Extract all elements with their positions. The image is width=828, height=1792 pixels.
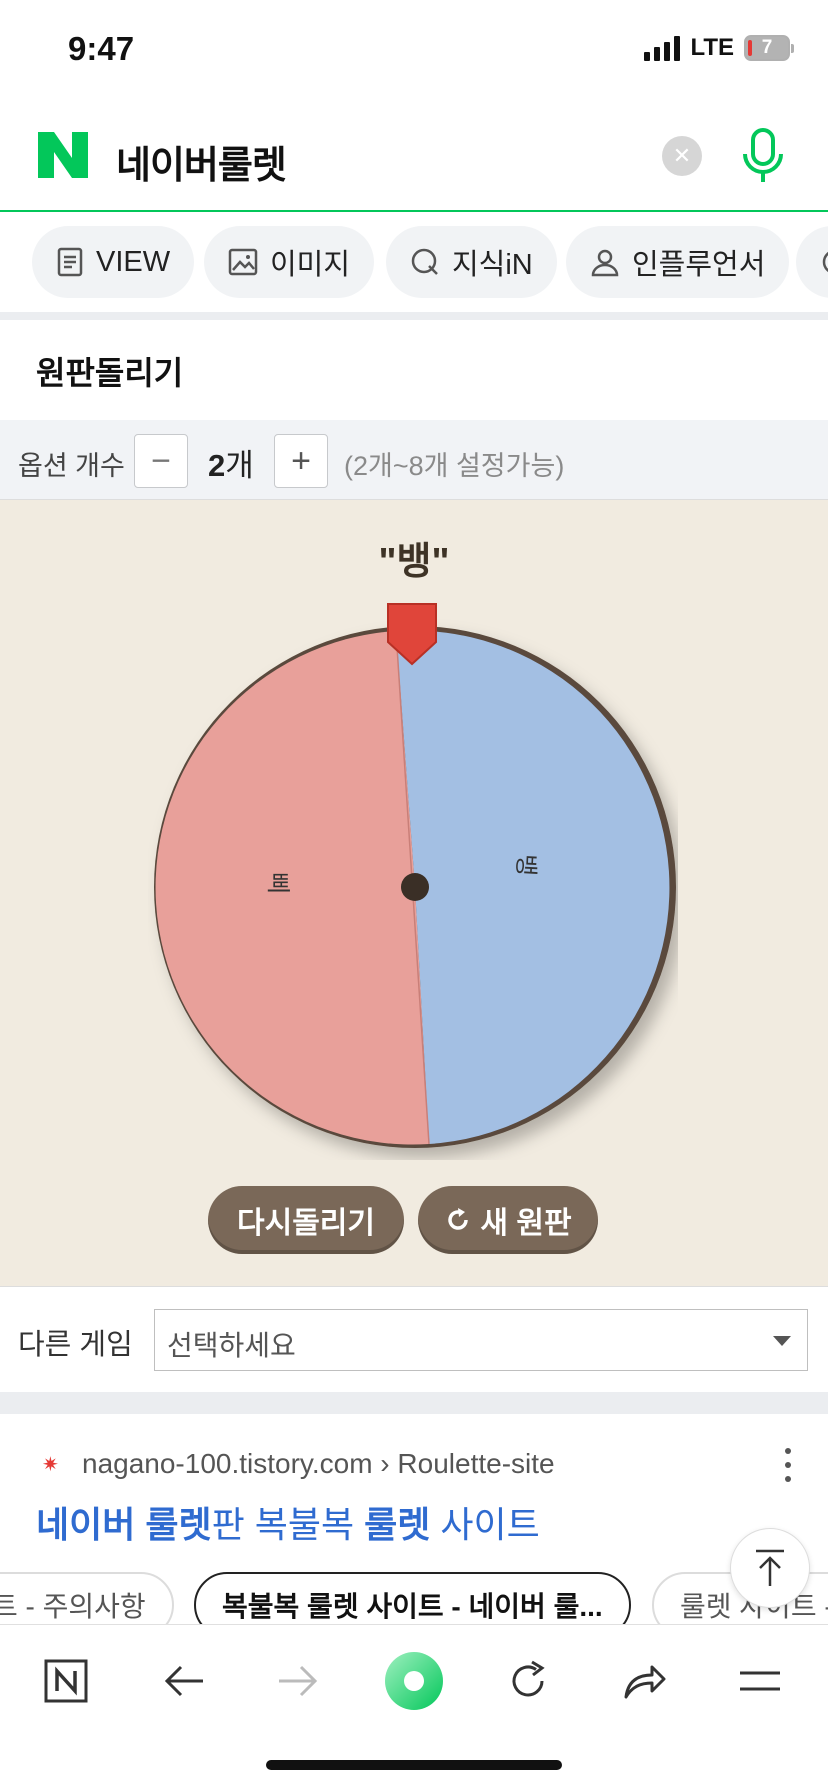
tab-influencer[interactable]: 인플루언서	[566, 226, 790, 298]
tab-label: 이미지	[270, 249, 351, 281]
section-chip[interactable]: 트 - 주의사항	[0, 1572, 174, 1626]
increase-button[interactable]: +	[274, 434, 328, 488]
section-chip-active[interactable]: 복불복 룰렛 사이트 - 네이버 룰...	[194, 1572, 631, 1626]
title-keyword: 룰렛	[364, 1504, 431, 1545]
new-wheel-label: 새 원판	[480, 1207, 572, 1240]
tab-more[interactable]	[796, 226, 828, 298]
battery-icon: 7	[744, 35, 794, 61]
chevron-down-icon	[773, 1336, 791, 1346]
divider	[0, 1392, 828, 1414]
green-dot-icon	[385, 1652, 443, 1710]
title-keyword: 네이버 룰렛	[36, 1504, 212, 1545]
clear-search-button[interactable]: ✕	[662, 136, 702, 176]
arrow-up-icon	[756, 1549, 784, 1586]
home-button[interactable]	[34, 1649, 98, 1713]
microphone-icon[interactable]	[738, 126, 788, 186]
status-time: 9:47	[68, 30, 135, 67]
menu-button[interactable]	[728, 1649, 792, 1713]
wheel-slice-right	[396, 630, 670, 1144]
new-wheel-button[interactable]: 새 원판	[418, 1186, 598, 1254]
tab-label: 지식iN	[452, 249, 533, 281]
option-count: 2개	[208, 440, 254, 485]
title-text: 사이트	[430, 1504, 540, 1545]
refresh-icon	[448, 1208, 469, 1230]
select-value: 선택하세요	[167, 1330, 296, 1361]
section-chips: 트 - 주의사항 복불복 룰렛 사이트 - 네이버 룰... 룰렛 사이트 -	[0, 1570, 828, 1626]
roulette-wheel[interactable]: 삐 뱅	[148, 600, 678, 1160]
other-game-label: 다른 게임	[18, 1329, 133, 1361]
options-label: 옵션 개수	[18, 451, 125, 481]
arrow-right-icon	[279, 1665, 318, 1697]
share-icon	[624, 1665, 666, 1699]
title-text: 판 복불복	[211, 1504, 365, 1545]
result-text: "뱅"	[378, 541, 450, 583]
image-icon	[228, 248, 258, 276]
network-label: LTE	[690, 34, 734, 61]
clip-icon	[822, 251, 828, 273]
other-game-select[interactable]: 선택하세요	[154, 1309, 808, 1371]
tab-view[interactable]: VIEW	[32, 226, 195, 298]
person-icon	[591, 249, 619, 277]
roulette-area: "뱅" 삐 뱅 다시돌리기 새 원판	[0, 500, 828, 1286]
option-count-value: 2	[208, 448, 226, 483]
wheel-slice-left	[155, 631, 429, 1145]
status-bar: 9:47 LTE 7	[0, 0, 828, 96]
battery-level: 7	[761, 37, 773, 58]
minus-icon: −	[151, 441, 171, 480]
range-note: (2개~8개 설정가능)	[344, 451, 565, 481]
tab-label: VIEW	[96, 245, 171, 278]
plus-icon: +	[291, 441, 311, 480]
search-tabs: VIEW 이미지 지식iN 인플루언서	[0, 214, 828, 310]
status-right: LTE 7	[644, 34, 794, 62]
document-icon	[57, 247, 83, 277]
spin-again-label: 다시돌리기	[237, 1207, 375, 1240]
option-count-unit: 개	[225, 448, 254, 483]
spin-again-button[interactable]: 다시돌리기	[208, 1186, 404, 1254]
scroll-top-button[interactable]	[730, 1528, 810, 1608]
close-icon: ✕	[672, 143, 692, 168]
forward-button[interactable]	[266, 1649, 330, 1713]
menu-icon	[740, 1671, 780, 1691]
home-indicator	[266, 1760, 562, 1770]
green-dot-button[interactable]	[382, 1649, 446, 1713]
arrow-left-icon	[164, 1665, 203, 1697]
slice-label-left: 삐	[264, 872, 291, 894]
tab-images[interactable]: 이미지	[204, 226, 375, 298]
slice-label-right: 뱅	[511, 853, 539, 876]
more-options-icon[interactable]	[782, 1448, 794, 1482]
decrease-button[interactable]: −	[134, 434, 188, 488]
other-game-row: 다른 게임 선택하세요	[0, 1286, 828, 1392]
q-icon	[411, 248, 438, 275]
back-button[interactable]	[152, 1649, 216, 1713]
wheel-center	[401, 873, 429, 901]
site-favicon-icon: ✷	[42, 1454, 59, 1476]
reload-icon	[512, 1660, 545, 1697]
signal-icon	[644, 35, 681, 61]
options-bar: 옵션 개수 − 2개 + (2개~8개 설정가능)	[0, 420, 828, 500]
naver-logo-icon[interactable]	[38, 132, 88, 178]
divider	[0, 312, 828, 320]
result-title-link[interactable]: 네이버 룰렛판 복불복 룰렛 사이트	[36, 1496, 540, 1548]
section-title: 원판돌리기	[36, 355, 184, 391]
tab-knowledge[interactable]: 지식iN	[386, 226, 557, 298]
refresh-button[interactable]	[496, 1649, 560, 1713]
search-query[interactable]: 네이버룰렛	[116, 134, 287, 189]
tab-label: 인플루언서	[632, 249, 766, 281]
share-button[interactable]	[612, 1649, 676, 1713]
search-header: 네이버룰렛 ✕	[0, 96, 828, 212]
naver-home-icon	[44, 1659, 88, 1703]
result-source[interactable]: nagano-100.tistory.com › Roulette-site	[82, 1448, 555, 1480]
